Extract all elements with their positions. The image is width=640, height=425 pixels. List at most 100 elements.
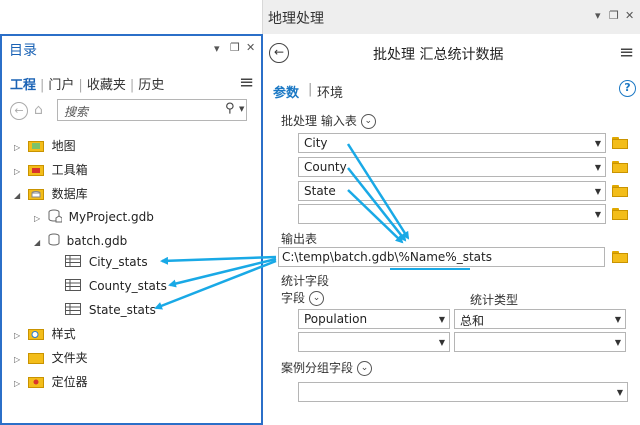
pin-dropdown-icon[interactable]: ▾: [595, 9, 601, 22]
dropdown-arrow-icon[interactable]: ▼: [439, 315, 445, 324]
tool-title: 批处理 汇总统计数据: [373, 47, 504, 63]
expand-icon[interactable]: ▷: [14, 331, 24, 340]
chevron-down-icon[interactable]: ⌄: [309, 291, 325, 306]
input-table-value: State: [304, 184, 336, 198]
case-field-label-row: 案例分组字段 ⌄: [281, 359, 373, 376]
stats-type-value: 总和: [460, 314, 485, 328]
menu-icon[interactable]: ≡: [239, 72, 254, 93]
chevron-down-icon[interactable]: ⌄: [360, 114, 376, 129]
tree-item-batch-gdb[interactable]: ◢ batch.gdb: [34, 233, 127, 249]
search-placeholder: 搜索: [64, 105, 89, 119]
tree-item-table-state[interactable]: State_stats: [65, 303, 156, 318]
database-folder-icon: [27, 187, 44, 203]
tree-item-label: 地图: [51, 139, 76, 153]
input-table-combo-2[interactable]: County ▼: [298, 157, 606, 177]
table-icon: [65, 279, 81, 294]
folder-icon[interactable]: [612, 251, 628, 263]
input-table-combo-1[interactable]: City ▼: [298, 133, 606, 153]
dropdown-arrow-icon[interactable]: ▼: [439, 338, 445, 347]
back-arrow-icon[interactable]: ←: [10, 102, 28, 120]
restore-icon[interactable]: ❐: [609, 9, 619, 22]
expand-icon[interactable]: ▷: [14, 355, 24, 364]
tree-item-table-city[interactable]: City_stats: [65, 255, 148, 270]
tree-item-maps[interactable]: ▷ 地图: [14, 137, 76, 155]
input-table-combo-4[interactable]: ▼: [298, 204, 606, 224]
geodatabase-home-icon: [48, 209, 63, 226]
tab-history[interactable]: 历史: [138, 78, 164, 93]
stats-type-combo-2[interactable]: ▼: [454, 332, 626, 352]
stats-fields-label: 统计字段: [281, 274, 330, 288]
collapse-icon[interactable]: ◢: [14, 191, 24, 200]
folder-icon[interactable]: [612, 208, 628, 220]
dropdown-arrow-icon[interactable]: ▼: [595, 187, 601, 196]
style-folder-icon: [27, 327, 44, 343]
output-table-label: 输出表: [281, 232, 318, 246]
home-icon[interactable]: ⌂: [34, 102, 43, 118]
table-icon: [65, 303, 81, 318]
dropdown-arrow-icon[interactable]: ▼: [595, 139, 601, 148]
tab-favorites[interactable]: 收藏夹: [87, 78, 126, 93]
search-icon[interactable]: ⚲: [225, 101, 235, 116]
tree-item-label: 工具箱: [51, 163, 88, 177]
tree-item-table-county[interactable]: County_stats: [65, 279, 167, 294]
tree-item-locators[interactable]: ▷ 定位器: [14, 373, 88, 391]
tab-project[interactable]: 工程: [10, 78, 36, 93]
tree-item-folders[interactable]: ▷ 文件夹: [14, 349, 88, 367]
field-column-header: 字段 ⌄: [281, 289, 325, 306]
tab-environments[interactable]: 环境: [317, 82, 343, 101]
case-field-combo[interactable]: ▼: [298, 382, 628, 402]
folder-icon[interactable]: [612, 161, 628, 173]
tab-separator: |: [308, 82, 313, 97]
search-input[interactable]: 搜索 ⚲ ▼: [57, 99, 247, 121]
tree-item-toolboxes[interactable]: ▷ 工具箱: [14, 161, 88, 179]
expand-icon[interactable]: ▷: [34, 214, 44, 223]
dropdown-arrow-icon[interactable]: ▼: [617, 388, 623, 397]
batch-input-label: 批处理 输入表: [281, 114, 357, 128]
tree-item-label: batch.gdb: [66, 233, 128, 248]
expand-icon[interactable]: ▷: [14, 167, 24, 176]
output-table-value: C:\temp\batch.gdb\%Name%_stats: [282, 250, 492, 264]
catalog-title: 目录: [9, 43, 37, 59]
name-token-underline: [390, 268, 470, 270]
menu-icon[interactable]: ≡: [619, 42, 634, 63]
dropdown-arrow-icon[interactable]: ▼: [615, 315, 621, 324]
dropdown-arrow-icon[interactable]: ▼: [595, 163, 601, 172]
help-icon[interactable]: ?: [619, 80, 636, 97]
input-table-value: County: [304, 160, 347, 174]
chevron-down-icon[interactable]: ⌄: [357, 361, 373, 376]
map-folder-icon: [27, 139, 44, 155]
tree-item-styles[interactable]: ▷ 样式: [14, 325, 76, 343]
tab-portal[interactable]: 门户: [48, 78, 74, 93]
tree-item-label: State_stats: [88, 303, 156, 317]
tab-parameters[interactable]: 参数: [273, 82, 299, 101]
geodatabase-icon: [48, 233, 60, 249]
dropdown-arrow-icon[interactable]: ▼: [595, 210, 601, 219]
stats-field-combo-2[interactable]: ▼: [298, 332, 450, 352]
batch-input-label-row: 批处理 输入表 ⌄: [281, 112, 376, 129]
dropdown-arrow-icon[interactable]: ▼: [615, 338, 621, 347]
table-icon: [65, 255, 81, 270]
folder-icon[interactable]: [612, 185, 628, 197]
close-icon[interactable]: ✕: [246, 41, 255, 54]
back-arrow-icon[interactable]: ←: [269, 43, 289, 63]
folder-icon: [27, 351, 44, 367]
close-icon[interactable]: ✕: [625, 9, 634, 22]
geoprocessing-pane: 地理处理 ▾ ❐ ✕ ← 批处理 汇总统计数据 ≡ 参数 | 环境 ? 批处理 …: [262, 0, 640, 425]
tree-item-databases[interactable]: ◢ 数据库: [14, 185, 88, 203]
stats-field-combo-1[interactable]: Population ▼: [298, 309, 450, 329]
input-table-combo-3[interactable]: State ▼: [298, 181, 606, 201]
collapse-icon[interactable]: ◢: [34, 238, 44, 247]
pin-dropdown-icon[interactable]: ▾: [214, 42, 220, 55]
output-table-field[interactable]: C:\temp\batch.gdb\%Name%_stats: [278, 247, 605, 267]
dropdown-arrow-icon[interactable]: ▼: [239, 105, 244, 113]
stat-type-column-label: 统计类型: [470, 293, 519, 307]
tree-item-label: City_stats: [88, 255, 148, 269]
expand-icon[interactable]: ▷: [14, 379, 24, 388]
catalog-pane: 目录 ▾ ❐ ✕ 工程 | 门户 | 收藏夹 | 历史 ≡ ← ⌂ 搜索 ⚲ ▼ ▷ 地图 …: [0, 34, 263, 425]
expand-icon[interactable]: ▷: [14, 143, 24, 152]
tree-item-project-gdb[interactable]: ▷ MyProject.gdb: [34, 209, 154, 226]
stats-type-combo-1[interactable]: 总和 ▼: [454, 309, 626, 329]
folder-icon[interactable]: [612, 137, 628, 149]
geoprocessing-title: 地理处理: [268, 11, 324, 27]
restore-icon[interactable]: ❐: [230, 41, 240, 54]
